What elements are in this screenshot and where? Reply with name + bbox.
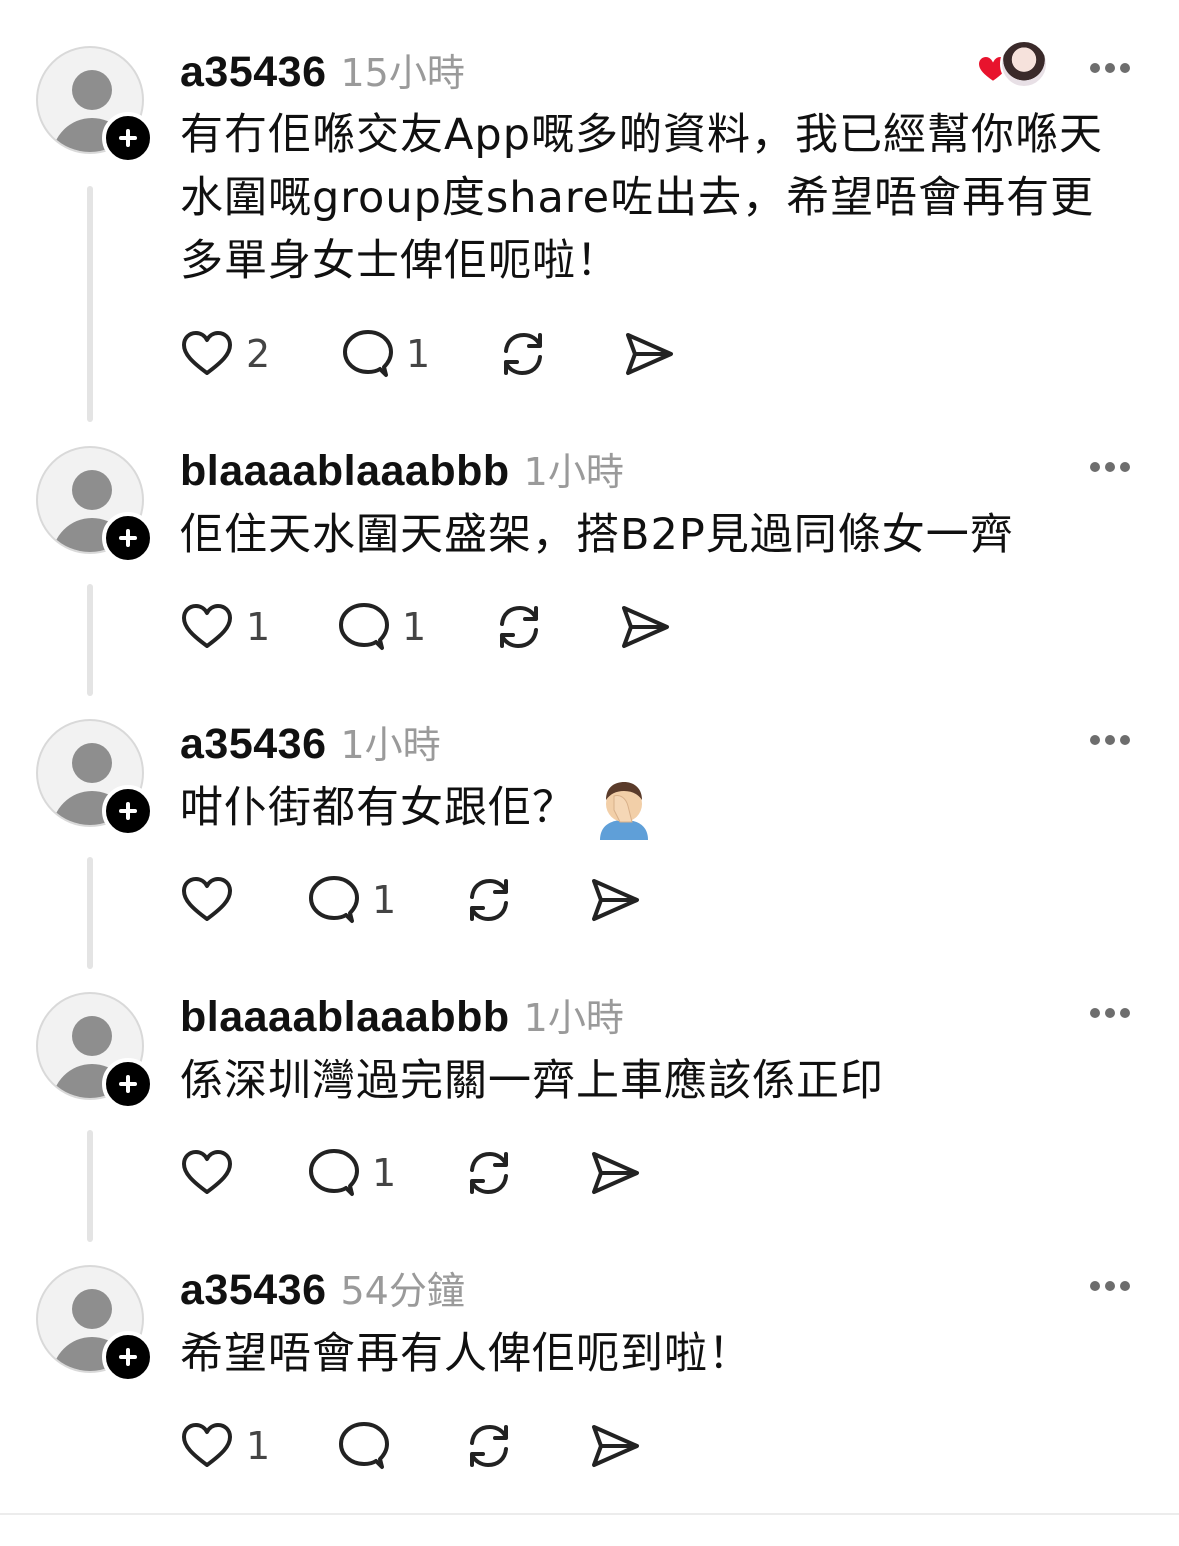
follow-plus-icon[interactable] bbox=[102, 1331, 154, 1383]
post-header: blaaaablaaabbb 1小時 bbox=[180, 441, 624, 496]
share-button[interactable] bbox=[622, 326, 676, 382]
repost-icon bbox=[496, 327, 550, 381]
heart-icon bbox=[180, 600, 234, 654]
repost-button[interactable] bbox=[462, 1418, 516, 1474]
repost-button[interactable] bbox=[462, 872, 516, 928]
comment-icon bbox=[306, 1146, 360, 1200]
like-button[interactable] bbox=[180, 872, 246, 928]
post-header: a35436 15小時 bbox=[180, 42, 465, 97]
repost-button[interactable] bbox=[496, 326, 550, 382]
comment-icon bbox=[306, 873, 360, 927]
share-button[interactable] bbox=[588, 1418, 642, 1474]
more-dots-icon[interactable] bbox=[1088, 1007, 1132, 1019]
repost-icon bbox=[462, 1419, 516, 1473]
reply-button[interactable]: 1 bbox=[340, 326, 430, 382]
comment-icon bbox=[340, 327, 394, 381]
timestamp: 1小時 bbox=[340, 723, 441, 767]
post-text: 有冇佢喺交友App嘅多啲資料，我已經幫你喺天 水圍嘅group度share咗出去… bbox=[180, 104, 1140, 293]
like-count: 1 bbox=[246, 1424, 271, 1468]
post-header: a35436 54分鐘 bbox=[180, 1260, 465, 1315]
text-line: 佢住天水圍天盛架，搭B2P見過同條女一齊 bbox=[180, 510, 1014, 560]
username[interactable]: a35436 bbox=[180, 48, 327, 97]
username[interactable]: a35436 bbox=[180, 1266, 327, 1315]
text-line: 係深圳灣過完關一齊上車應該係正印 bbox=[180, 1056, 884, 1106]
send-icon bbox=[618, 600, 672, 654]
timestamp: 54分鐘 bbox=[340, 1269, 465, 1313]
thread-line bbox=[87, 1130, 93, 1242]
post-text: 咁仆街都有女跟佢？ bbox=[180, 777, 1140, 840]
repost-icon bbox=[462, 1146, 516, 1200]
divider bbox=[0, 1513, 1179, 1515]
heart-icon bbox=[180, 1419, 234, 1473]
reply-button[interactable]: 1 bbox=[306, 872, 396, 928]
text-line: 有冇佢喺交友App嘅多啲資料，我已經幫你喺天 bbox=[180, 110, 1104, 160]
thread-line bbox=[87, 857, 93, 969]
like-count: 1 bbox=[246, 605, 271, 649]
post-header: blaaaablaaabbb 1小時 bbox=[180, 987, 624, 1042]
reply-button[interactable]: 1 bbox=[336, 599, 426, 655]
send-icon bbox=[588, 1419, 642, 1473]
liked-by-author bbox=[976, 40, 1048, 92]
like-button[interactable]: 1 bbox=[180, 599, 270, 655]
like-button[interactable]: 1 bbox=[180, 1418, 270, 1474]
more-dots-icon[interactable] bbox=[1088, 62, 1132, 74]
share-button[interactable] bbox=[588, 1145, 642, 1201]
heart-icon bbox=[180, 1146, 234, 1200]
text-line: 希望唔會再有人俾佢呃到啦！ bbox=[180, 1329, 752, 1379]
thread-line bbox=[87, 584, 93, 696]
share-button[interactable] bbox=[618, 599, 672, 655]
reply-button[interactable]: 1 bbox=[306, 1145, 396, 1201]
heart-icon bbox=[180, 873, 234, 927]
repost-icon bbox=[492, 600, 546, 654]
username[interactable]: blaaaablaaabbb bbox=[180, 447, 510, 496]
follow-plus-icon[interactable] bbox=[102, 512, 154, 564]
like-button[interactable] bbox=[180, 1145, 246, 1201]
comment-icon bbox=[336, 1419, 390, 1473]
like-count: 2 bbox=[246, 332, 271, 376]
timestamp: 15小時 bbox=[340, 51, 465, 95]
send-icon bbox=[622, 327, 676, 381]
repost-icon bbox=[462, 873, 516, 927]
heart-icon bbox=[180, 327, 234, 381]
follow-plus-icon[interactable] bbox=[102, 1058, 154, 1110]
reply-count: 1 bbox=[402, 605, 427, 649]
username[interactable]: a35436 bbox=[180, 720, 327, 769]
post-text: 係深圳灣過完關一齊上車應該係正印 bbox=[180, 1050, 1140, 1113]
post-text: 佢住天水圍天盛架，搭B2P見過同條女一齊 bbox=[180, 504, 1140, 567]
reply-count: 1 bbox=[372, 878, 397, 922]
thread-line bbox=[87, 186, 93, 422]
avatar bbox=[1000, 40, 1048, 88]
more-dots-icon[interactable] bbox=[1088, 734, 1132, 746]
username[interactable]: blaaaablaaabbb bbox=[180, 993, 510, 1042]
share-button[interactable] bbox=[588, 872, 642, 928]
more-dots-icon[interactable] bbox=[1088, 461, 1132, 473]
timestamp: 1小時 bbox=[523, 450, 624, 494]
man-facepalming-icon bbox=[600, 782, 648, 840]
more-dots-icon[interactable] bbox=[1088, 1280, 1132, 1292]
repost-button[interactable] bbox=[492, 599, 546, 655]
like-button[interactable]: 2 bbox=[180, 326, 270, 382]
send-icon bbox=[588, 1146, 642, 1200]
reply-count: 1 bbox=[372, 1151, 397, 1195]
repost-button[interactable] bbox=[462, 1145, 516, 1201]
timestamp: 1小時 bbox=[523, 996, 624, 1040]
comment-icon bbox=[336, 600, 390, 654]
reply-button[interactable] bbox=[336, 1418, 402, 1474]
send-icon bbox=[588, 873, 642, 927]
reply-count: 1 bbox=[406, 332, 431, 376]
post-text: 希望唔會再有人俾佢呃到啦！ bbox=[180, 1323, 1140, 1386]
follow-plus-icon[interactable] bbox=[102, 785, 154, 837]
text-line: 多單身女士俾佢呃啦！ bbox=[180, 236, 620, 286]
text-line: 咁仆街都有女跟佢？ bbox=[180, 783, 576, 833]
text-line: 水圍嘅group度share咗出去，希望唔會再有更 bbox=[180, 173, 1095, 223]
post-header: a35436 1小時 bbox=[180, 714, 441, 769]
follow-plus-icon[interactable] bbox=[102, 112, 154, 164]
